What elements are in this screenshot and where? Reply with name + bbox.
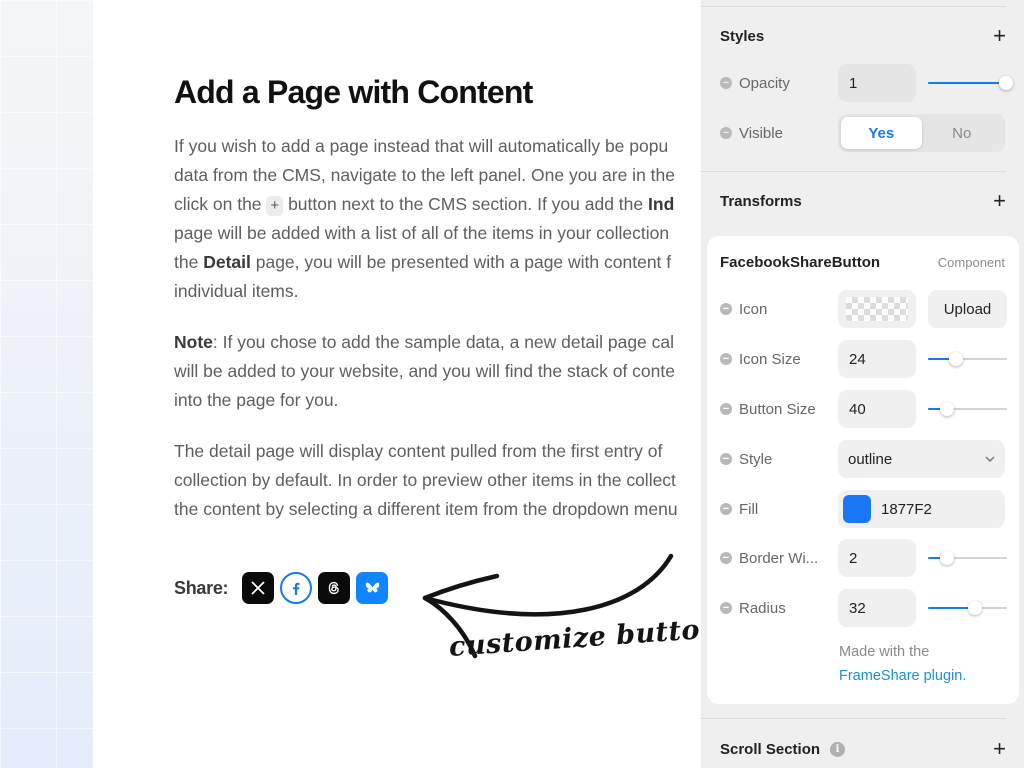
fill-color-swatch[interactable] xyxy=(843,495,871,523)
plugin-credit: Made with the FrameShare plugin. xyxy=(839,640,966,688)
icon-size-slider[interactable] xyxy=(928,349,1007,369)
info-icon[interactable]: i xyxy=(830,741,846,757)
add-transform-icon[interactable]: + xyxy=(993,190,1006,212)
remove-property-icon[interactable]: − xyxy=(720,552,732,564)
component-name: FacebookShareButton xyxy=(720,253,881,271)
remove-property-icon[interactable]: − xyxy=(720,77,732,89)
divider xyxy=(701,718,1006,719)
facebook-share-button[interactable] xyxy=(280,572,313,604)
border-width-label: Border Wi... xyxy=(739,549,819,567)
facebook-logo-icon xyxy=(293,582,300,595)
radius-row: − Radius 32 xyxy=(720,589,1007,627)
style-row: − Style outline xyxy=(720,440,1007,478)
icon-size-label: Icon Size xyxy=(739,350,801,368)
opacity-slider[interactable] xyxy=(928,73,1013,93)
remove-property-icon[interactable]: − xyxy=(720,403,732,415)
button-size-label: Button Size xyxy=(739,400,816,418)
document-content: Add a Page with Content If you wish to a… xyxy=(174,72,733,546)
radius-input[interactable]: 32 xyxy=(838,589,916,627)
add-style-icon[interactable]: + xyxy=(993,25,1006,47)
bluesky-logo-icon xyxy=(365,582,379,592)
remove-property-icon[interactable]: − xyxy=(720,503,732,515)
slider-knob xyxy=(949,352,964,366)
remove-property-icon[interactable]: − xyxy=(720,453,732,465)
visible-label: Visible xyxy=(739,124,783,142)
border-width-input[interactable]: 2 xyxy=(838,539,916,577)
icon-image-field[interactable] xyxy=(838,290,916,328)
fill-row: − Fill 1877F2 xyxy=(720,490,1007,528)
style-label: Style xyxy=(739,450,773,468)
radius-slider[interactable] xyxy=(928,598,1007,618)
remove-property-icon[interactable]: − xyxy=(720,303,732,315)
icon-row: − Icon Upload xyxy=(720,290,1007,328)
border-width-slider[interactable] xyxy=(928,548,1007,568)
transforms-section-header[interactable]: Transforms + xyxy=(720,189,1006,213)
share-buttons: Share: xyxy=(174,572,394,604)
transparent-image-icon xyxy=(846,297,908,321)
paragraph-add-page: If you wish to add a page instead that w… xyxy=(174,136,675,301)
fill-color-field[interactable]: 1877F2 xyxy=(838,490,1005,528)
threads-share-button[interactable] xyxy=(318,572,351,604)
page-title: Add a Page with Content xyxy=(174,74,533,110)
divider xyxy=(701,171,1006,172)
opacity-label: Opacity xyxy=(739,74,790,92)
component-properties-card: FacebookShareButton Component − Icon Upl… xyxy=(707,236,1019,704)
bluesky-share-button[interactable] xyxy=(356,572,389,604)
slider-knob xyxy=(968,601,983,615)
frameshare-plugin-link[interactable]: FrameShare plugin. xyxy=(839,664,966,688)
component-tag: Component xyxy=(937,254,1005,270)
properties-panel: Styles + − Opacity 1 − Visible Yes No Tr… xyxy=(701,0,1024,768)
icon-label: Icon xyxy=(739,300,768,318)
icon-size-input[interactable]: 24 xyxy=(838,340,916,378)
x-logo-icon xyxy=(251,581,265,595)
plus-key: + xyxy=(266,196,284,216)
radius-label: Radius xyxy=(739,599,786,617)
paragraph-detail-page: The detail page will display content pul… xyxy=(174,441,678,519)
threads-logo-icon xyxy=(328,581,340,595)
divider xyxy=(701,6,1006,7)
remove-property-icon[interactable]: − xyxy=(720,602,732,614)
icon-size-row: − Icon Size 24 xyxy=(720,340,1007,378)
visible-toggle: Yes No xyxy=(838,114,1005,152)
button-size-input[interactable]: 40 xyxy=(838,390,916,428)
background-grid xyxy=(0,0,93,768)
remove-property-icon[interactable]: − xyxy=(720,127,732,139)
chevron-down-icon xyxy=(985,456,995,462)
paragraph-note: Note: If you chose to add the sample dat… xyxy=(174,332,675,410)
opacity-input[interactable]: 1 xyxy=(838,64,916,102)
button-size-row: − Button Size 40 xyxy=(720,390,1007,428)
visible-row: − Visible Yes No xyxy=(720,114,1006,152)
slider-knob xyxy=(939,551,954,565)
opacity-row: − Opacity 1 xyxy=(720,64,1013,102)
button-size-slider[interactable] xyxy=(928,399,1007,419)
remove-property-icon[interactable]: − xyxy=(720,353,732,365)
slider-knob xyxy=(999,76,1013,90)
fill-label: Fill xyxy=(739,500,759,518)
scroll-section-header[interactable]: Scroll Section i + xyxy=(720,737,1006,761)
style-select[interactable]: outline xyxy=(838,440,1005,478)
slider-knob xyxy=(939,402,954,416)
border-width-row: − Border Wi... 2 xyxy=(720,539,1007,577)
styles-section-header[interactable]: Styles + xyxy=(720,24,1006,48)
share-label: Share: xyxy=(174,577,229,598)
add-scroll-section-icon[interactable]: + xyxy=(993,738,1006,760)
visible-no-option[interactable]: No xyxy=(922,117,1003,149)
upload-button[interactable]: Upload xyxy=(928,290,1007,328)
x-share-button[interactable] xyxy=(242,572,275,604)
component-header: FacebookShareButton Component xyxy=(720,252,1005,272)
visible-yes-option[interactable]: Yes xyxy=(841,117,922,149)
